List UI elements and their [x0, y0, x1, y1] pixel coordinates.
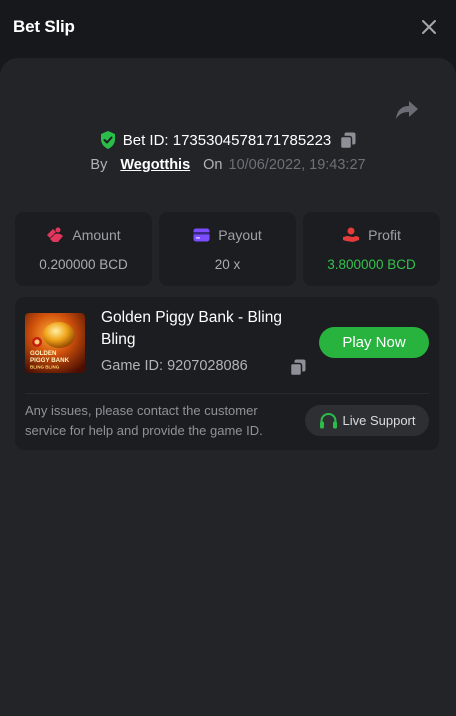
payout-value: 20 x	[214, 257, 241, 272]
game-id: Game ID: 9207028086	[101, 358, 248, 374]
header: Bet Slip	[0, 0, 456, 58]
game-card: GOLDEN PIGGY BANK BLING BLING Golden Pig…	[15, 297, 439, 450]
on-label: On	[203, 157, 223, 173]
live-support-button[interactable]: Live Support	[305, 405, 429, 436]
share-icon[interactable]	[394, 98, 420, 122]
profit-stat: Profit 3.800000 BCD	[303, 212, 440, 286]
divider	[25, 393, 429, 394]
amount-stat: Amount 0.200000 BCD	[15, 212, 152, 286]
amount-value: 0.200000 BCD	[39, 257, 128, 272]
profit-label: Profit	[368, 227, 401, 243]
by-label: By	[90, 157, 108, 173]
game-name[interactable]: Golden Piggy Bank - Bling Bling	[101, 307, 311, 351]
thumb-text-3: BLING BLING	[30, 365, 60, 370]
payout-stat: Payout 20 x	[159, 212, 296, 286]
username-link[interactable]: Wegotthis	[120, 157, 190, 173]
amount-label: Amount	[72, 227, 121, 243]
thumb-text-2: PIGGY BANK	[30, 357, 70, 364]
live-support-label: Live Support	[342, 413, 416, 428]
coins-icon	[47, 227, 64, 242]
profit-value: 3.800000 BCD	[327, 257, 416, 272]
headset-icon	[319, 412, 337, 428]
profit-icon	[343, 227, 360, 242]
bet-id-row: Bet ID: 1735304578171785223	[0, 129, 456, 151]
copy-bet-id-icon[interactable]	[340, 132, 356, 149]
bet-datetime: 10/06/2022, 19:43:27	[228, 157, 366, 173]
play-now-button[interactable]: Play Now	[319, 327, 429, 358]
support-notice: Any issues, please contact the customer …	[25, 403, 263, 438]
bet-id: Bet ID: 1735304578171785223	[122, 131, 332, 149]
verified-shield-icon	[100, 131, 115, 149]
page-title: Bet Slip	[13, 17, 75, 36]
card-icon	[193, 228, 210, 242]
game-thumbnail[interactable]: GOLDEN PIGGY BANK BLING BLING	[25, 313, 85, 373]
copy-game-id-icon[interactable]	[290, 359, 306, 376]
thumb-text-1: GOLDEN	[30, 350, 57, 357]
payout-label: Payout	[218, 227, 262, 243]
bet-author-row: By Wegotthis On 10/06/2022, 19:43:27	[0, 155, 456, 175]
close-icon[interactable]	[417, 15, 441, 39]
